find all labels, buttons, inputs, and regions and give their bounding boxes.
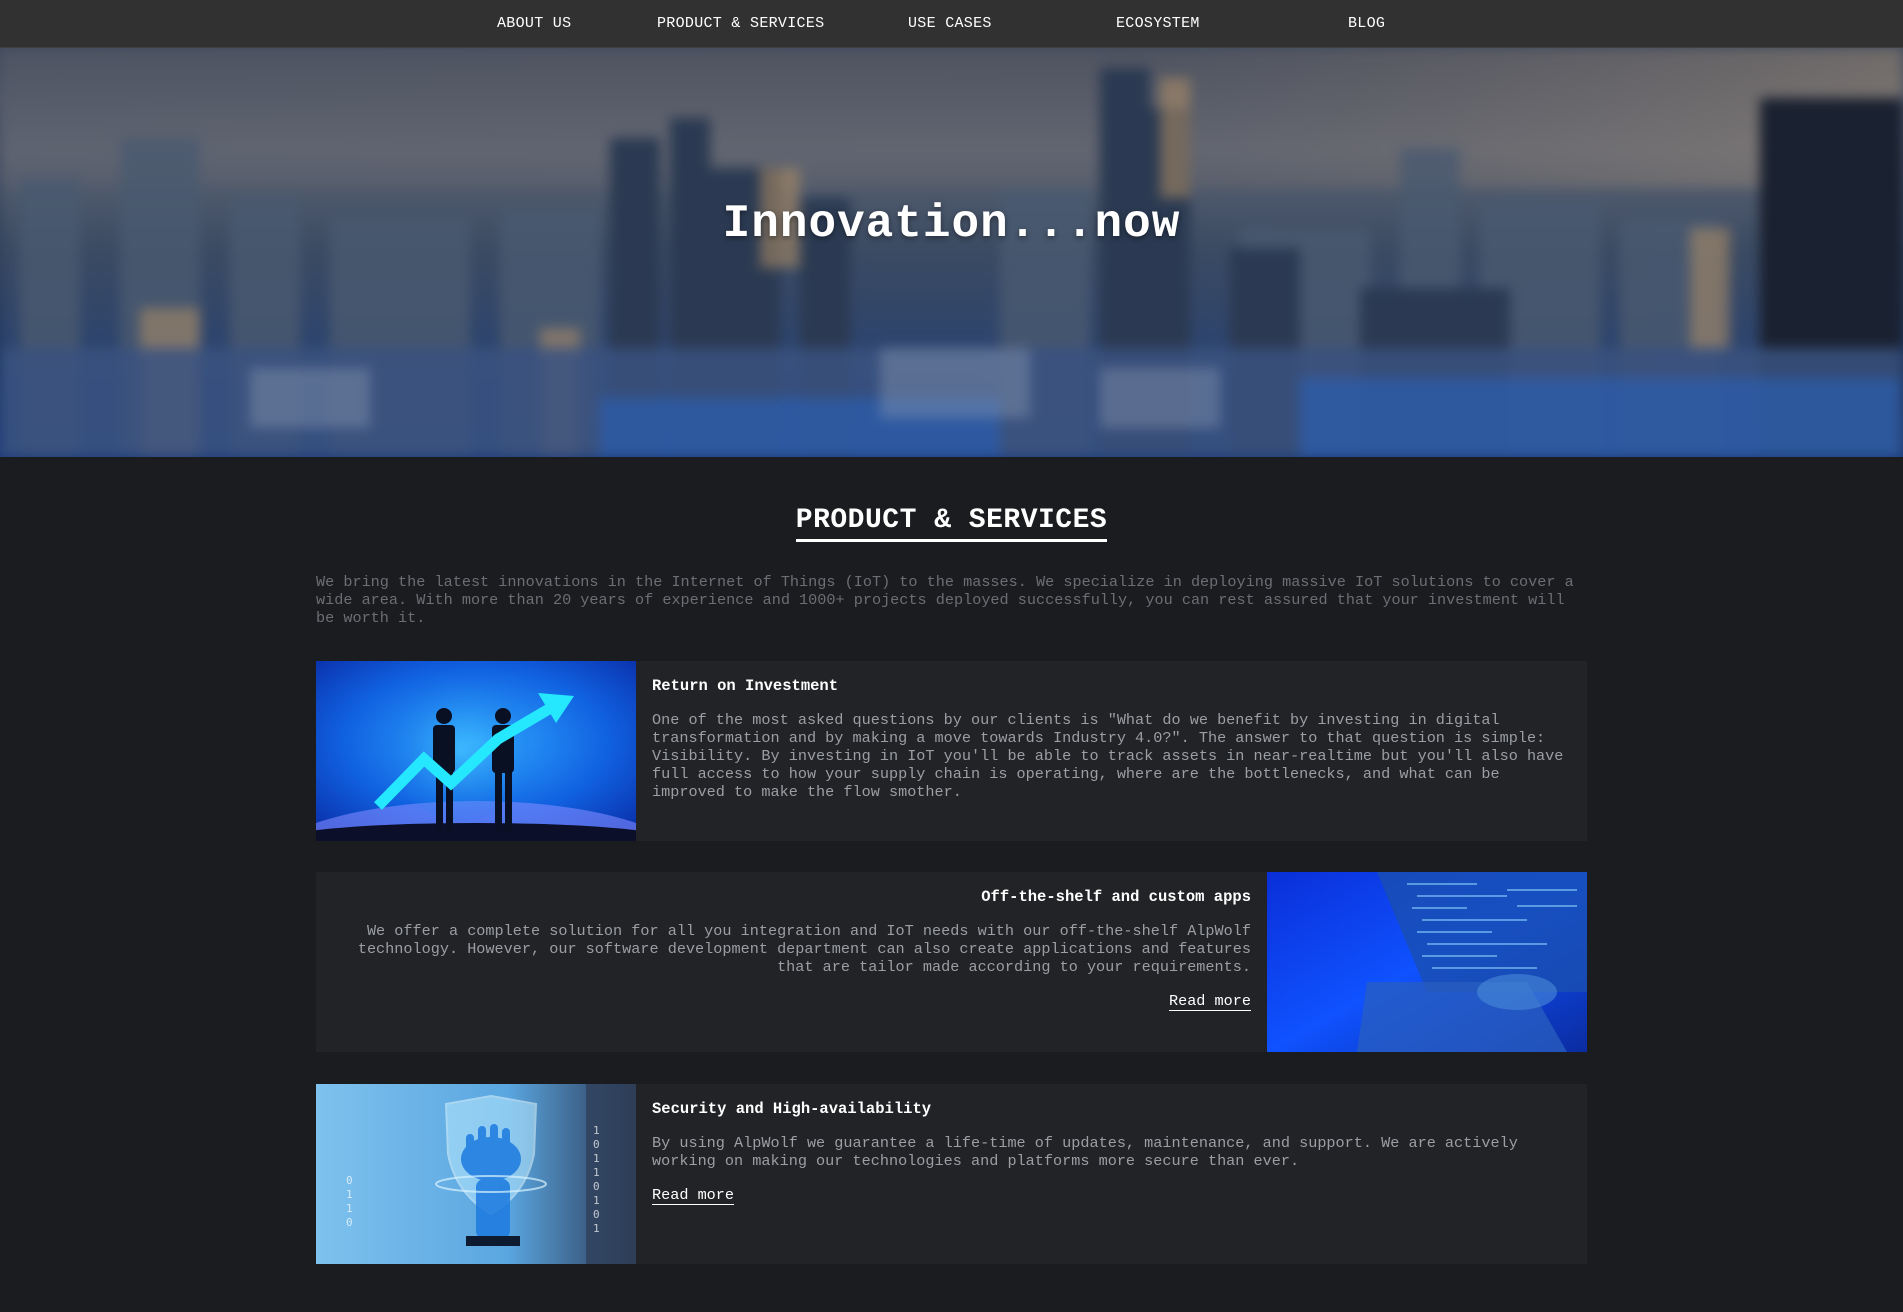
svg-text:1: 1: [346, 1188, 353, 1201]
feature-card-security: 1 0 1 1 0 1 0 1 0 1 1 0 Security and Hig…: [316, 1084, 1587, 1264]
card-description: By using AlpWolf we guarantee a life-tim…: [652, 1134, 1518, 1170]
svg-text:1: 1: [593, 1194, 600, 1207]
card-title: Return on Investment: [652, 677, 839, 695]
svg-text:0: 0: [593, 1208, 600, 1221]
hero-title: Innovation...now: [722, 198, 1181, 250]
card-description: One of the most asked questions by our c…: [652, 711, 1564, 801]
security-shield-icon: 1 0 1 1 0 1 0 1 0 1 1 0: [316, 1084, 636, 1264]
svg-text:0: 0: [593, 1180, 600, 1193]
nav-item-blog[interactable]: BLOG: [1348, 15, 1385, 32]
roi-image: [316, 661, 636, 841]
city-skyline-background: [0, 48, 1903, 457]
nav-item-about-us[interactable]: ABOUT US: [497, 15, 571, 32]
growth-arrow-icon: [316, 661, 636, 841]
security-content: Security and High-availability By using …: [636, 1084, 1587, 1264]
read-more-link[interactable]: Read more: [1168, 992, 1251, 1011]
roi-content: Return on Investment One of the most ask…: [636, 661, 1587, 841]
apps-content: Off-the-shelf and custom apps We offer a…: [316, 872, 1267, 1052]
svg-text:0: 0: [346, 1216, 353, 1229]
card-title: Off-the-shelf and custom apps: [981, 888, 1251, 906]
svg-text:1: 1: [346, 1202, 353, 1215]
svg-text:1: 1: [593, 1152, 600, 1165]
apps-image: [1267, 872, 1587, 1052]
nav-item-ecosystem[interactable]: ECOSYSTEM: [1116, 15, 1200, 32]
read-more-link[interactable]: Read more: [652, 1186, 735, 1205]
nav-item-use-cases[interactable]: USE CASES: [908, 15, 992, 32]
svg-text:1: 1: [593, 1124, 600, 1137]
card-description: We offer a complete solution for all you…: [357, 922, 1251, 976]
card-title: Security and High-availability: [652, 1100, 932, 1118]
feature-card-roi: Return on Investment One of the most ask…: [316, 661, 1587, 841]
laptop-code-icon: [1267, 872, 1587, 1052]
top-navigation: ABOUT US PRODUCT & SERVICES USE CASES EC…: [0, 0, 1903, 48]
section-heading: PRODUCT & SERVICES: [0, 505, 1903, 542]
hero-banner: Innovation...now: [0, 48, 1903, 457]
nav-item-product-services[interactable]: PRODUCT & SERVICES: [657, 15, 824, 32]
section-intro-text: We bring the latest innovations in the I…: [316, 573, 1574, 627]
feature-card-apps: Off-the-shelf and custom apps We offer a…: [316, 872, 1587, 1052]
svg-text:1: 1: [593, 1222, 600, 1235]
section-title: PRODUCT & SERVICES: [795, 505, 1108, 542]
svg-text:0: 0: [346, 1174, 353, 1187]
svg-text:1: 1: [593, 1166, 600, 1179]
security-image: 1 0 1 1 0 1 0 1 0 1 1 0: [316, 1084, 636, 1264]
svg-text:0: 0: [593, 1138, 600, 1151]
